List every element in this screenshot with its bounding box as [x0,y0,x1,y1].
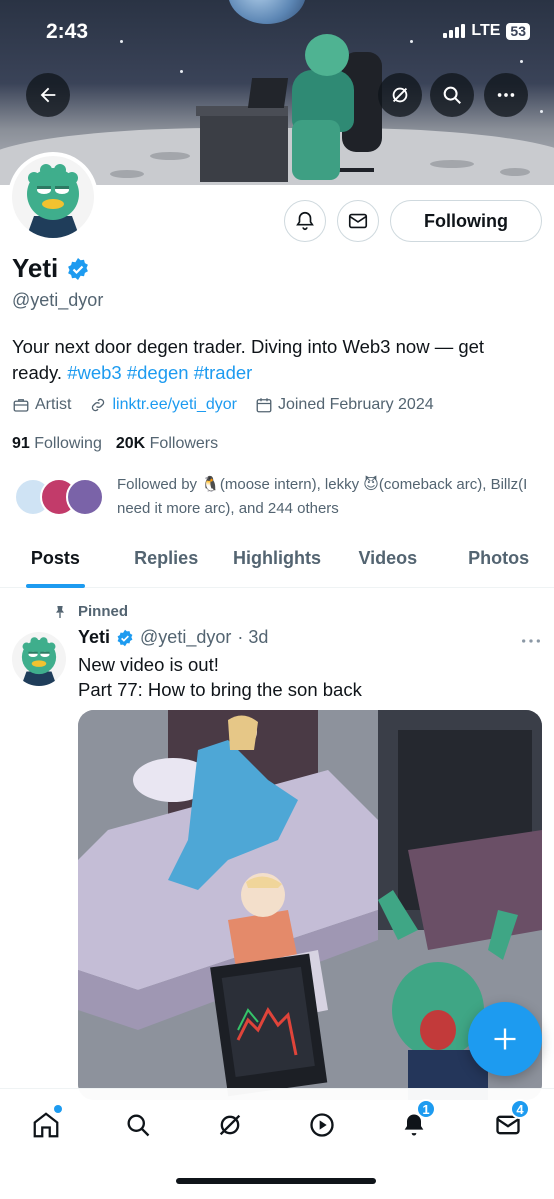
status-indicators: LTE 53 [443,22,530,40]
post-header: Yeti @yeti_dyor · 3d [78,627,268,648]
website-item[interactable]: linktr.ee/yeti_dyor [89,396,237,414]
back-button[interactable] [26,73,70,117]
post-author-avatar[interactable] [12,632,66,686]
tab-highlights[interactable]: Highlights [222,534,333,587]
tab-posts[interactable]: Posts [0,534,111,588]
star [410,40,413,43]
avatar [66,478,104,516]
arrow-left-icon [40,87,56,103]
profile-tabs: Posts Replies Highlights Videos Photos [0,534,554,588]
display-name: Yeti [12,253,59,283]
compose-post-button[interactable] [468,1002,542,1076]
grok-icon [392,87,408,103]
laptop-graphic [247,78,289,108]
desk-leg-graphic [200,116,288,182]
nav-messages[interactable]: 4 [488,1099,530,1145]
avatar [12,156,94,238]
nav-notifications[interactable]: 1 [394,1099,436,1145]
following-button[interactable]: Following [390,200,542,242]
home-unread-dot [54,1105,62,1113]
followers-count-link[interactable]: 20K Followers [116,435,218,453]
network-label: LTE [471,22,501,39]
planet-graphic [228,0,306,24]
notifications-badge: 1 [416,1099,436,1119]
home-indicator[interactable] [176,1178,376,1184]
star [180,70,183,73]
post-author-handle[interactable]: @yeti_dyor [140,627,231,648]
followed-by-text[interactable]: Followed by 🐧(moose intern), lekky 😈(com… [117,473,537,521]
category-label: Artist [35,396,72,413]
profile-meta: Artist linktr.ee/yeti_dyor Joined Februa… [12,396,446,414]
more-dots-icon [522,639,540,643]
follow-counts: 91 Following 20K Followers [12,435,218,453]
verified-badge-icon [117,629,133,646]
yeti-avatar-icon [21,637,57,686]
status-time: 2:43 [46,20,89,43]
envelope-icon [348,213,368,229]
search-icon [127,1114,150,1137]
notifications-subscribe-button[interactable] [284,200,326,242]
post-line-1: New video is out! [78,654,219,675]
plus-icon [494,1028,516,1050]
home-icon [33,1112,59,1138]
yeti-head-graphic [305,34,349,76]
nav-video[interactable] [302,1105,342,1145]
joined-date: Joined February 2024 [277,396,434,413]
post-author-name[interactable]: Yeti [78,627,110,648]
pinned-indicator: Pinned [52,603,128,620]
signal-icon [443,24,466,38]
verified-badge-icon [68,257,89,280]
profile-avatar[interactable] [8,152,98,242]
joined-item: Joined February 2024 [255,396,434,414]
messages-badge: 4 [510,1099,530,1119]
more-options-button[interactable] [484,73,528,117]
star [540,110,543,113]
link-icon [92,398,105,412]
post-more-button[interactable] [520,630,542,653]
crater [110,170,144,178]
more-dots-icon [497,93,515,97]
grok-icon [219,1114,241,1136]
tab-videos[interactable]: Videos [332,534,443,587]
video-icon [310,1113,334,1137]
profile-handle: @yeti_dyor [12,290,104,310]
nav-search[interactable] [118,1105,158,1145]
calendar-icon [256,398,272,413]
profile-name: Yeti [12,253,90,284]
post-time: · 3d [237,627,269,647]
tab-photos[interactable]: Photos [443,534,554,587]
category-item: Artist [12,396,71,414]
tab-replies[interactable]: Replies [111,534,222,587]
hashtag-link[interactable]: #trader [194,362,253,383]
hashtag-link[interactable]: #web3 [67,362,122,383]
pinned-label: Pinned [78,603,129,620]
crater [500,168,530,176]
search-button[interactable] [430,73,474,117]
website-link[interactable]: linktr.ee/yeti_dyor [112,396,237,414]
post-text: New video is out! Part 77: How to bring … [78,652,362,702]
crater [430,160,474,168]
post-line-2: Part 77: How to bring the son back [78,679,362,700]
message-button[interactable] [337,200,379,242]
profile-bio: Your next door degen trader. Diving into… [12,334,532,386]
bell-plus-icon [296,211,314,231]
battery-icon: 53 [506,22,530,40]
following-count-link[interactable]: 91 Following [12,435,102,453]
search-icon [443,86,461,104]
star [520,60,523,63]
nav-grok[interactable] [210,1105,250,1145]
pin-icon [56,605,64,618]
yeti-avatar-icon [26,164,80,238]
hashtag-link[interactable]: #degen [127,362,189,383]
followed-by-avatars[interactable] [14,478,104,516]
nav-home[interactable] [26,1105,66,1145]
crater [150,152,190,160]
star [120,40,123,43]
briefcase-icon [13,399,29,412]
grok-button[interactable] [378,73,422,117]
yeti-legs-graphic [292,120,340,180]
